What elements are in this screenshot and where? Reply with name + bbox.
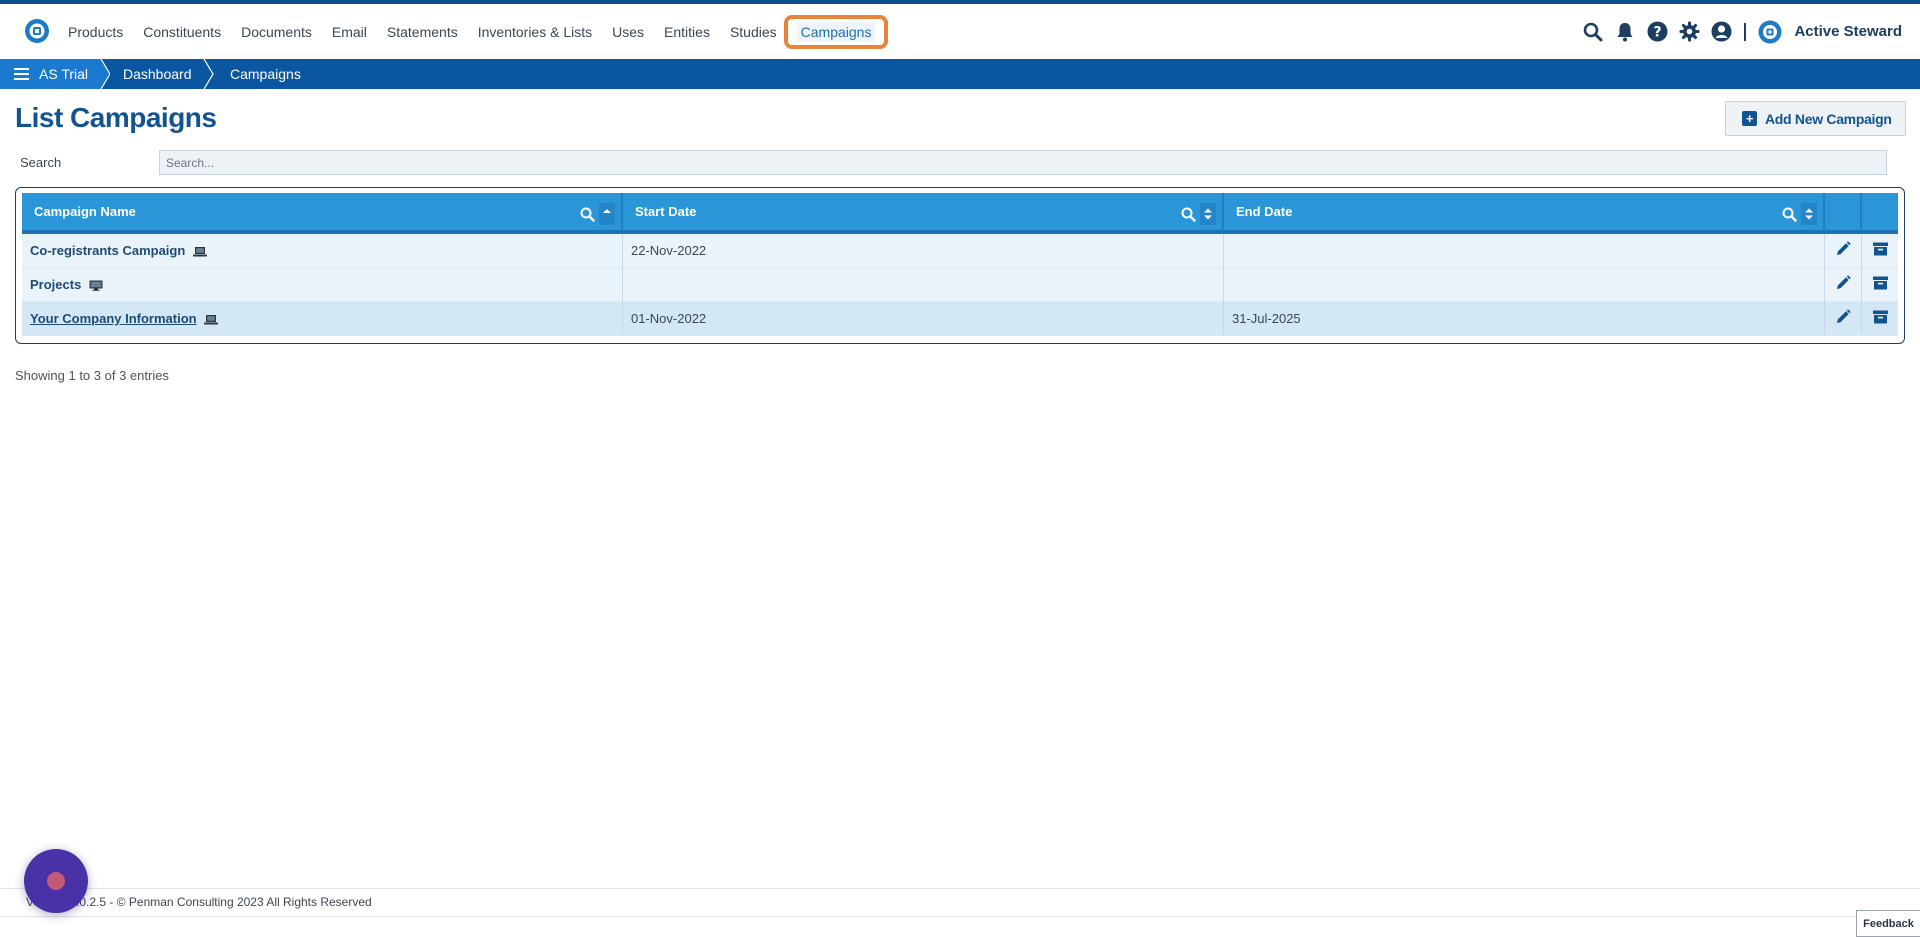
search-input[interactable] [159,150,1887,175]
nav-statements[interactable]: Statements [387,24,458,40]
column-header-label: End Date [1236,204,1293,219]
nav-constituents[interactable]: Constituents [143,24,221,40]
nav-entities[interactable]: Entities [664,24,710,40]
archive-icon[interactable] [1872,242,1888,256]
archive-icon[interactable] [1872,310,1888,324]
cell-end-date [1224,234,1825,268]
nav-campaigns[interactable]: Campaigns [783,14,889,49]
campaign-name-link[interactable]: Co-registrants Campaign [30,243,185,258]
nav-email[interactable]: Email [332,24,367,40]
pencil-icon[interactable] [1835,309,1851,325]
add-new-campaign-label: Add New Campaign [1765,110,1892,127]
column-search-icon[interactable] [1181,207,1196,222]
cell-end-date: 31-Jul-2025 [1224,302,1825,336]
main-menu: Products Constituents Documents Email St… [58,4,889,59]
brand-logo-icon [1758,20,1782,43]
table-row: Your Company Information 01-Nov-2022 31-… [22,302,1898,336]
sort-ascending-icon[interactable] [599,203,615,225]
nav-uses[interactable]: Uses [612,24,644,40]
chat-dot-icon [47,872,65,890]
cell-archive [1862,268,1898,302]
cell-campaign-name: Projects [22,268,623,302]
column-header-edit [1825,193,1862,234]
breadcrumb-home[interactable]: AS Trial [0,59,96,89]
breadcrumb-item-as-trial[interactable]: AS Trial [39,66,88,82]
nav-inventories-lists[interactable]: Inventories & Lists [478,24,592,40]
chat-widget-button[interactable] [24,849,88,913]
cell-edit [1825,268,1862,302]
cell-edit [1825,234,1862,268]
table-row: Projects [22,268,1898,302]
svg-text:?: ? [1653,25,1661,41]
hamburger-icon[interactable] [14,68,29,80]
search-label: Search [20,155,62,170]
search-icon[interactable] [1582,21,1604,43]
column-header-start-date[interactable]: Start Date [623,193,1224,234]
campaign-name-link[interactable]: Your Company Information [30,311,197,326]
laptop-icon [192,247,207,257]
app-logo-icon[interactable] [24,18,50,44]
add-new-campaign-button[interactable]: + Add New Campaign [1725,101,1906,136]
breadcrumb: AS Trial Dashboard Campaigns [0,59,1920,89]
cell-campaign-name: Co-registrants Campaign [22,234,623,268]
column-header-archive [1862,193,1898,234]
breadcrumb-separator-icon [203,59,214,89]
cell-archive [1862,234,1898,268]
laptop-icon [204,315,219,325]
highlight-box [783,14,889,49]
nav-documents[interactable]: Documents [241,24,312,40]
column-search-icon[interactable] [580,207,595,222]
campaign-name-link[interactable]: Projects [30,277,81,292]
brand-name[interactable]: Active Steward [1794,23,1902,40]
gear-icon[interactable] [1678,21,1700,43]
cell-edit [1825,302,1862,336]
column-header-campaign-name[interactable]: Campaign Name [22,193,623,234]
nav-products[interactable]: Products [68,24,123,40]
cell-end-date [1224,268,1825,302]
column-search-icon[interactable] [1782,207,1797,222]
column-header-label: Campaign Name [34,204,136,219]
top-right-toolbar: ? Active Steward [1582,4,1902,59]
nav-studies[interactable]: Studies [730,24,777,40]
pencil-icon[interactable] [1835,275,1851,291]
feedback-tab[interactable]: Feedback [1856,910,1920,937]
cell-start-date: 01-Nov-2022 [623,302,1224,336]
column-header-label: Start Date [635,204,697,219]
table-info: Showing 1 to 3 of 3 entries [15,368,169,383]
user-icon[interactable] [1710,21,1732,43]
footer-divider [0,888,1920,889]
table-row: Co-registrants Campaign 22-Nov-2022 [22,234,1898,268]
monitor-icon [89,280,103,291]
bell-icon[interactable] [1614,21,1636,43]
sort-icon[interactable] [1801,203,1817,225]
archive-icon[interactable] [1872,276,1888,290]
toolbar-divider [1744,22,1747,41]
footer-divider [0,916,1920,917]
sort-icon[interactable] [1200,203,1216,225]
column-header-end-date[interactable]: End Date [1224,193,1825,234]
plus-icon: + [1742,111,1757,126]
breadcrumb-item-campaigns: Campaigns [230,66,301,82]
cell-start-date [623,268,1224,302]
campaigns-table-container: Campaign Name Start Date End Date Co-reg… [15,187,1905,344]
help-icon[interactable]: ? [1646,21,1668,43]
cell-start-date: 22-Nov-2022 [623,234,1224,268]
cell-campaign-name: Your Company Information [22,302,623,336]
page-title: List Campaigns [15,102,217,133]
breadcrumb-separator-icon [96,59,110,89]
breadcrumb-item-dashboard[interactable]: Dashboard [123,59,192,89]
campaigns-table: Campaign Name Start Date End Date Co-reg… [22,193,1898,336]
cell-archive [1862,302,1898,336]
pencil-icon[interactable] [1835,241,1851,257]
